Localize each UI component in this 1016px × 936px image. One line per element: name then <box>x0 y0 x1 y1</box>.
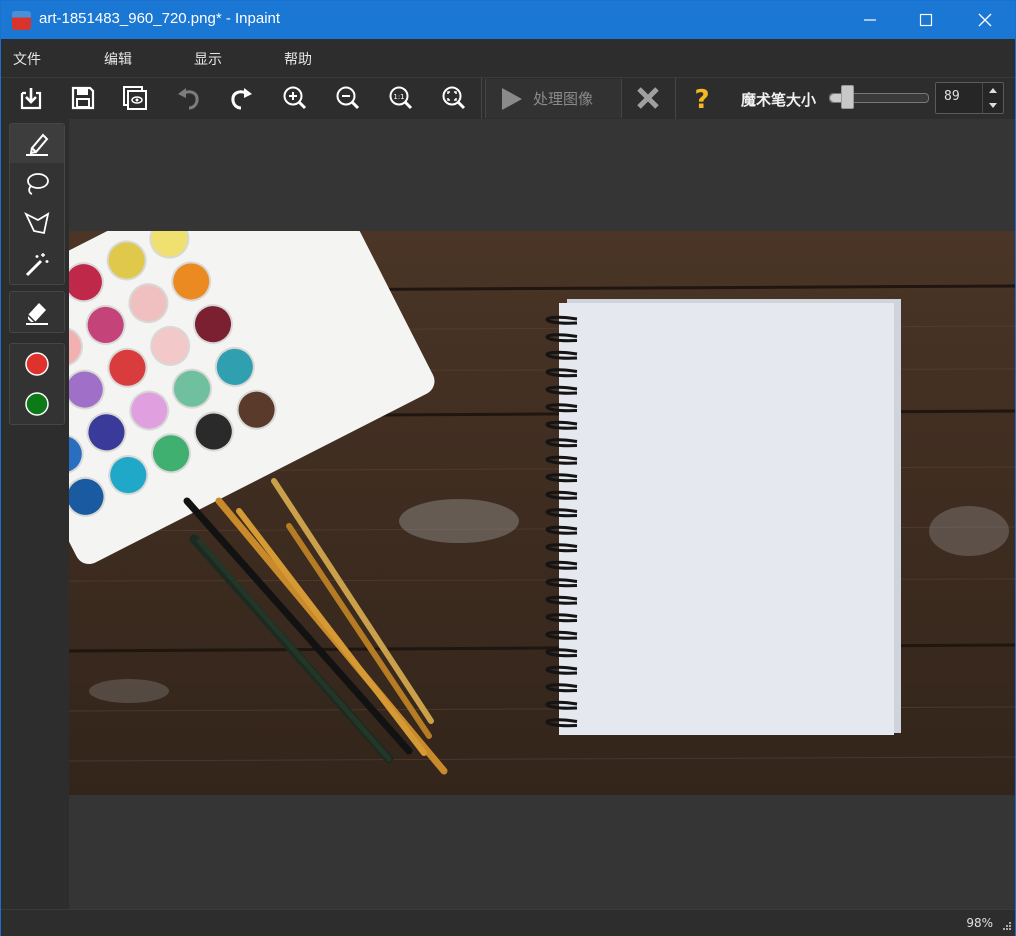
save-icon <box>71 86 95 110</box>
menu-view[interactable]: 显示 <box>194 49 222 69</box>
zoom-1-1-glyph: 1:1 <box>393 93 404 101</box>
chevron-down-icon <box>989 103 997 108</box>
zoom-in-icon <box>283 86 307 110</box>
window-title: art-1851483_960_720.png* - Inpaint <box>39 10 281 27</box>
chevron-up-icon <box>989 88 997 93</box>
slider-thumb[interactable] <box>840 85 854 109</box>
app-window: art-1851483_960_720.png* - Inpaint 文件 编辑… <box>0 0 1016 936</box>
process-image-button[interactable]: 处理图像 <box>485 79 622 118</box>
cross-icon <box>637 87 659 109</box>
zoom-1-1-icon: 1:1 <box>389 86 413 110</box>
spin-up-button[interactable] <box>983 83 1003 98</box>
open-button[interactable] <box>7 78 55 118</box>
zoom-level: 98% <box>966 916 993 930</box>
help-button[interactable]: ? <box>678 78 726 118</box>
menu-edit[interactable]: 编辑 <box>104 49 132 69</box>
tool-panel <box>1 119 69 909</box>
inpaint-app-icon <box>12 11 31 30</box>
selection-tool-group <box>9 123 65 285</box>
help-question-icon: ? <box>694 85 709 112</box>
menu-bar: 文件 编辑 显示 帮助 <box>1 39 1015 77</box>
zoom-in-button[interactable] <box>271 78 319 118</box>
close-button[interactable] <box>956 1 1014 39</box>
zoom-actual-button[interactable]: 1:1 <box>377 78 425 118</box>
spin-down-button[interactable] <box>983 98 1003 113</box>
open-icon <box>20 88 42 110</box>
magic-wand-size-spinbox[interactable]: 89 <box>935 82 1004 114</box>
lasso-tool-button[interactable] <box>10 164 64 203</box>
green-marker-button[interactable] <box>10 384 64 423</box>
eraser-tool-group <box>9 291 65 333</box>
menu-help[interactable]: 帮助 <box>284 49 312 69</box>
toolbar-separator <box>675 78 676 119</box>
status-bar: 98% <box>1 909 1015 936</box>
polygon-lasso-icon <box>24 211 50 234</box>
title-bar: art-1851483_960_720.png* - Inpaint <box>1 1 1015 39</box>
polygon-lasso-tool-button[interactable] <box>10 204 64 243</box>
color-marker-group <box>9 343 65 425</box>
maximize-icon <box>919 13 933 27</box>
toolbar-separator <box>481 78 482 119</box>
marker-tool-button[interactable] <box>10 124 64 163</box>
red-marker-icon <box>25 351 49 376</box>
undo-button[interactable] <box>165 78 213 118</box>
redo-button[interactable] <box>217 78 265 118</box>
redo-icon <box>231 88 252 110</box>
save-button[interactable] <box>59 78 107 118</box>
magic-wand-size-value: 89 <box>944 89 960 104</box>
zoom-fit-button[interactable] <box>430 78 478 118</box>
marker-icon <box>26 133 49 156</box>
eraser-tool-button[interactable] <box>10 292 64 331</box>
undo-icon <box>178 88 199 110</box>
close-icon <box>978 13 992 27</box>
red-marker-button[interactable] <box>10 344 64 383</box>
spin-arrows <box>982 83 1003 113</box>
zoom-fit-icon <box>442 86 466 110</box>
eraser-icon <box>26 302 48 325</box>
preview-icon <box>123 86 147 110</box>
svg-text:?: ? <box>694 85 709 112</box>
photo-art-supplies <box>69 231 1015 795</box>
zoom-out-icon <box>336 86 360 110</box>
resize-grip-icon[interactable] <box>1002 921 1012 931</box>
lasso-icon <box>27 172 49 195</box>
green-marker-icon <box>25 391 49 416</box>
maximize-button[interactable] <box>897 1 955 39</box>
menu-file[interactable]: 文件 <box>13 49 41 69</box>
minimize-button[interactable] <box>841 1 899 39</box>
minimize-icon <box>864 19 876 21</box>
preview-button[interactable] <box>111 78 159 118</box>
cancel-button[interactable] <box>624 78 672 118</box>
magic-wand-size-label: 魔术笔大小 <box>741 91 817 109</box>
canvas-image[interactable] <box>69 231 1015 795</box>
zoom-out-button[interactable] <box>324 78 372 118</box>
play-icon <box>502 87 522 110</box>
magic-wand-tool-button[interactable] <box>10 244 64 283</box>
magic-wand-icon <box>25 252 49 276</box>
process-image-label: 处理图像 <box>533 90 594 108</box>
